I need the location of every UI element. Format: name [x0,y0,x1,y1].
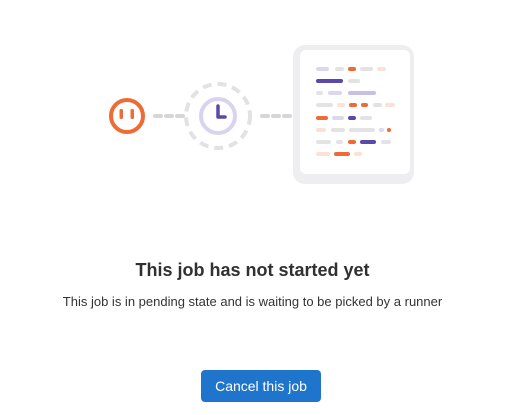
job-log-document-icon [293,45,414,184]
empty-state-title: This job has not started yet [135,260,370,280]
clock-icon [184,82,252,150]
pending-job-illustration [109,45,414,184]
empty-state-description: This job is in pending state and is wait… [62,294,443,309]
runner-plug-icon [109,98,145,134]
job-pending-empty-state: This job has not started yet This job is… [0,0,505,415]
cancel-job-button[interactable]: Cancel this job [201,370,321,402]
